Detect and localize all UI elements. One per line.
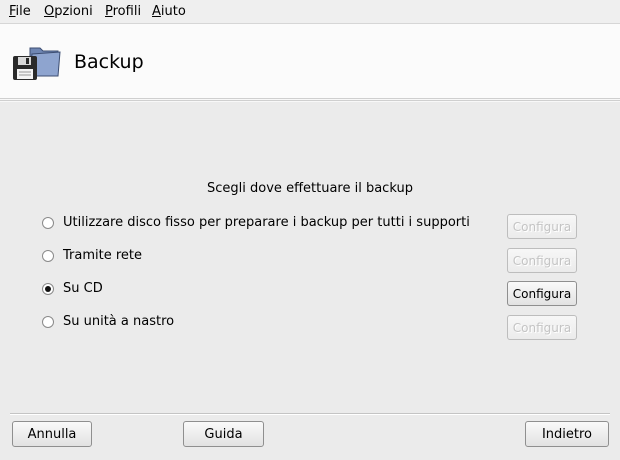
radio-network[interactable] <box>42 250 54 262</box>
configure-cd-button[interactable]: Configura <box>507 281 577 306</box>
configure-tape-button[interactable]: Configura <box>507 315 577 340</box>
backup-floppy-folder-icon <box>10 42 62 84</box>
menu-bar: File Opzioni Profili Aiuto <box>0 0 620 24</box>
option-label: Utilizzare disco fisso per preparare i b… <box>63 215 470 230</box>
header-divider <box>0 98 620 102</box>
menu-profili[interactable]: Profili <box>105 4 141 19</box>
option-label: Su unità a nastro <box>63 314 175 329</box>
back-button[interactable]: Indietro <box>525 421 609 447</box>
menu-file[interactable]: File <box>9 4 31 19</box>
radio-cd[interactable] <box>42 283 54 295</box>
radio-selected-dot <box>45 286 51 292</box>
cancel-button[interactable]: Annulla <box>12 421 92 447</box>
radio-tape[interactable] <box>42 316 54 328</box>
configure-hard-disk-button[interactable]: Configura <box>507 214 577 239</box>
footer-divider <box>10 413 610 415</box>
help-button[interactable]: Guida <box>183 421 264 447</box>
radio-hard-disk[interactable] <box>42 217 54 229</box>
option-label: Tramite rete <box>63 248 142 263</box>
menu-opzioni[interactable]: Opzioni <box>44 4 93 19</box>
menu-aiuto[interactable]: Aiuto <box>152 4 186 19</box>
page-title: Backup <box>74 51 144 73</box>
section-heading: Scegli dove effettuare il backup <box>207 181 413 196</box>
option-label: Su CD <box>63 281 103 296</box>
configure-network-button[interactable]: Configura <box>507 248 577 273</box>
